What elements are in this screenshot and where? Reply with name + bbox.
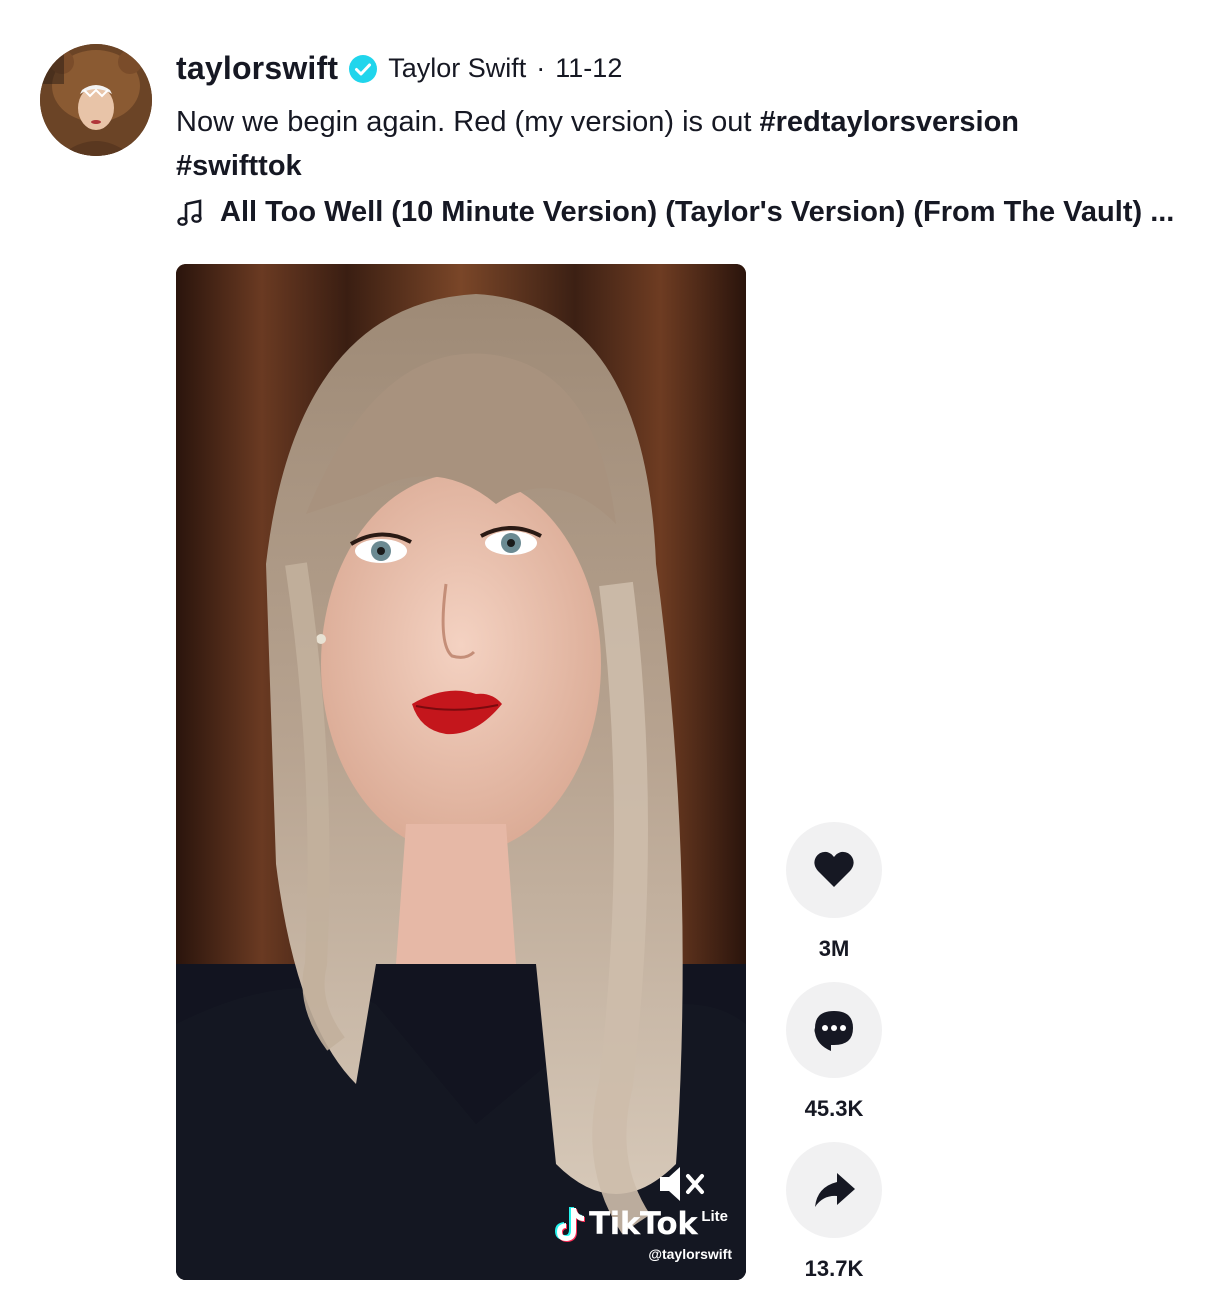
video-frame bbox=[176, 264, 746, 1280]
action-bar: 3M 45.3K 13.7K bbox=[786, 822, 882, 1288]
comment-count: 45.3K bbox=[804, 1096, 864, 1121]
share-button[interactable] bbox=[786, 1142, 882, 1238]
watermark-brand: TikTok bbox=[588, 1206, 698, 1242]
video-player[interactable]: TikTok Lite @taylorswift bbox=[176, 264, 746, 1280]
share-count: 13.7K bbox=[804, 1256, 864, 1281]
comment-action: 45.3K bbox=[786, 982, 882, 1128]
post-date: 11-12 bbox=[555, 53, 623, 83]
like-count: 3M bbox=[818, 936, 850, 961]
share-icon bbox=[815, 1173, 855, 1207]
music-note-icon bbox=[176, 198, 206, 228]
tiktok-post: taylorswift Taylor Swift · 11-12 Now we … bbox=[0, 0, 1216, 1316]
watermark-handle: @taylorswift bbox=[648, 1246, 732, 1262]
post-caption: Now we begin again. Red (my version) is … bbox=[176, 100, 1156, 188]
music-title-link[interactable]: All Too Well (10 Minute Version) (Taylor… bbox=[220, 196, 1174, 229]
verified-badge-icon bbox=[348, 54, 378, 84]
hashtag-link[interactable]: #redtaylorsversion bbox=[759, 106, 1019, 138]
heart-icon bbox=[814, 851, 854, 887]
avatar-image bbox=[40, 44, 152, 156]
header-separator: · bbox=[536, 53, 546, 83]
comment-button[interactable] bbox=[786, 982, 882, 1078]
share-action: 13.7K bbox=[786, 1142, 882, 1288]
mute-button[interactable] bbox=[658, 1164, 710, 1204]
watermark-tag: Lite bbox=[701, 1208, 728, 1225]
author-nickname[interactable]: Taylor Swift bbox=[388, 53, 526, 84]
caption-text: Now we begin again. Red (my version) is … bbox=[176, 106, 760, 138]
like-button[interactable] bbox=[786, 822, 882, 918]
like-action: 3M bbox=[786, 822, 882, 968]
avatar[interactable] bbox=[40, 44, 152, 156]
author-username[interactable]: taylorswift bbox=[176, 50, 338, 87]
post-header: taylorswift Taylor Swift · 11-12 bbox=[176, 50, 622, 87]
comment-icon bbox=[814, 1011, 853, 1051]
tiktok-watermark: TikTok Lite bbox=[551, 1206, 728, 1244]
tiktok-logo-icon bbox=[554, 1207, 585, 1242]
hashtag-link[interactable]: #swifttok bbox=[176, 150, 302, 182]
music-row[interactable]: All Too Well (10 Minute Version) (Taylor… bbox=[176, 196, 1174, 229]
speaker-muted-icon bbox=[660, 1167, 704, 1201]
